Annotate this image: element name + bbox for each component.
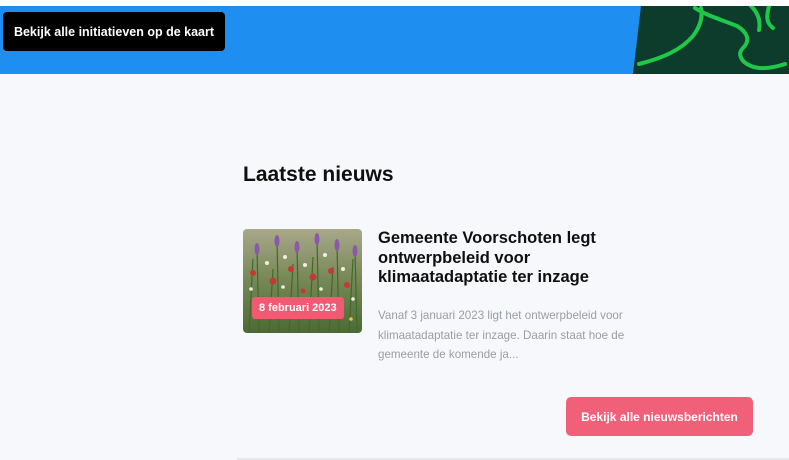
section-title: Laatste nieuws	[243, 163, 394, 186]
map-outline-graphic	[633, 6, 789, 74]
news-excerpt: Vanaf 3 januari 2023 ligt het ontwerpbel…	[378, 309, 625, 361]
news-card[interactable]: 8 februari 2023 Gemeente Voorschoten leg…	[243, 229, 663, 369]
date-badge: 8 februari 2023	[252, 297, 344, 319]
map-initiatives-button[interactable]: Bekijk alle initiatieven op de kaart	[3, 12, 225, 51]
news-headline[interactable]: Gemeente Voorschoten legt ontwerpbeleid …	[378, 229, 648, 288]
all-news-button[interactable]: Bekijk alle nieuwsberichten	[566, 397, 753, 436]
news-thumbnail[interactable]: 8 februari 2023	[243, 229, 362, 333]
page: Bekijk alle initiatieven op de kaart Laa…	[0, 0, 789, 460]
hero-band: Bekijk alle initiatieven op de kaart	[0, 6, 789, 74]
